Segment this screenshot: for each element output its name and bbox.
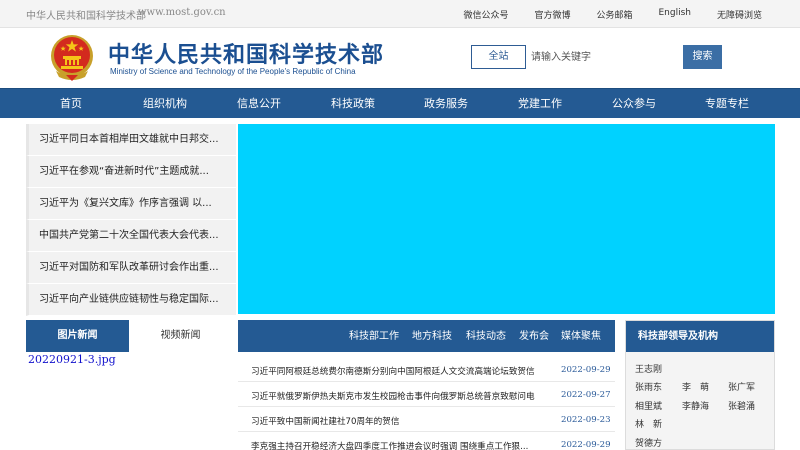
org-name: 中华人民共和国科学技术部: [26, 11, 146, 22]
headline-item[interactable]: 习近平在参观“奋进新时代”主题成就...: [26, 156, 236, 188]
news-tabs: 科技部工作 地方科技 科技动态 发布会 媒体聚焦: [238, 320, 615, 352]
nav-item-policy[interactable]: 科技政策: [331, 89, 375, 119]
search-scope-select[interactable]: 全站: [471, 45, 526, 69]
leader-name[interactable]: 张广军: [728, 380, 755, 393]
tab-video-news[interactable]: 视频新闻: [129, 320, 232, 352]
top-utility-bar: 中华人民共和国科学技术部 www.most.gov.cn 微信公众号 官方微博 …: [0, 0, 800, 28]
english-link[interactable]: English: [658, 8, 691, 21]
hero-banner[interactable]: [238, 124, 775, 314]
tab-local-tech[interactable]: 地方科技: [412, 320, 452, 352]
nav-item-organization[interactable]: 组织机构: [143, 89, 187, 119]
news-title[interactable]: 李克强主持召开稳经济大盘四季度工作推进会议时强调 围绕重点工作狠...: [251, 440, 528, 450]
site-title: 中华人民共和国科学技术部: [108, 43, 385, 68]
nav-item-services[interactable]: 政务服务: [424, 89, 468, 119]
nav-item-party-building[interactable]: 党建工作: [518, 89, 562, 119]
search-input[interactable]: [531, 45, 671, 69]
news-list: 习近平同阿根廷总统费尔南德斯分别向中国阿根廷人文交流高端论坛致贺信 2022-0…: [238, 355, 615, 450]
main-nav: 首页 组织机构 信息公开 科技政策 政务服务 党建工作 公众参与 专题专栏: [0, 88, 800, 118]
headline-item[interactable]: 习近平为《复兴文库》作序言强调 以...: [26, 188, 236, 220]
headline-item[interactable]: 习近平同日本首相岸田文雄就中日邦交...: [26, 124, 236, 156]
leader-name[interactable]: 贺德方: [635, 436, 662, 449]
news-row: 李克强主持召开稳经济大盘四季度工作推进会议时强调 围绕重点工作狠... 2022…: [238, 433, 615, 450]
news-title[interactable]: 习近平致中国新闻社建社70周年的贺信: [251, 415, 399, 427]
headline-item[interactable]: 习近平对国防和军队改革研讨会作出重...: [26, 252, 236, 284]
tab-photo-news[interactable]: 图片新闻: [26, 320, 129, 352]
site-url[interactable]: www.most.gov.cn: [138, 7, 226, 18]
headline-list: 习近平同日本首相岸田文雄就中日邦交... 习近平在参观“奋进新时代”主题成就..…: [26, 124, 236, 316]
site-header: 中华人民共和国科学技术部 Ministry of Science and Tec…: [0, 28, 800, 88]
leader-name[interactable]: 李静海: [682, 399, 709, 412]
leader-name[interactable]: 张雨东: [635, 380, 662, 393]
news-date: 2022-09-23: [561, 415, 611, 425]
leader-name[interactable]: 李 萌: [682, 380, 709, 393]
site-subtitle: Ministry of Science and Technology of th…: [110, 67, 356, 76]
search-button[interactable]: 搜索: [683, 45, 722, 69]
leader-name[interactable]: 林 新: [635, 417, 662, 430]
nav-item-special-topics[interactable]: 专题专栏: [705, 89, 749, 119]
news-row: 习近平就俄罗斯伊热夫斯克市发生校园枪击事件向俄罗斯总统普京致慰问电 2022-0…: [238, 383, 615, 407]
tab-media-focus[interactable]: 媒体聚焦: [561, 320, 601, 352]
leader-name[interactable]: 张碧涌: [728, 399, 755, 412]
leader-name[interactable]: 相里斌: [635, 399, 662, 412]
nav-item-info-disclosure[interactable]: 信息公开: [237, 89, 281, 119]
headline-item[interactable]: 中国共产党第二十次全国代表大会代表...: [26, 220, 236, 252]
accessibility-link[interactable]: 无障碍浏览: [717, 8, 762, 21]
broken-image-link[interactable]: 20220921-3.jpg: [28, 353, 116, 366]
news-row: 习近平同阿根廷总统费尔南德斯分别向中国阿根廷人文交流高端论坛致贺信 2022-0…: [238, 358, 615, 382]
leaders-panel: 科技部领导及机构 王志刚 张雨东 李 萌 张广军 相里斌 李静海 张碧涌 林 新…: [625, 320, 775, 450]
news-row: 习近平致中国新闻社建社70周年的贺信 2022-09-23: [238, 408, 615, 432]
news-title[interactable]: 习近平就俄罗斯伊热夫斯克市发生校园枪击事件向俄罗斯总统普京致慰问电: [251, 390, 535, 402]
news-title[interactable]: 习近平同阿根廷总统费尔南德斯分别向中国阿根廷人文交流高端论坛致贺信: [251, 365, 535, 377]
news-date: 2022-09-29: [561, 440, 611, 450]
national-emblem-icon[interactable]: [48, 31, 96, 83]
tab-press-conference[interactable]: 发布会: [519, 320, 549, 352]
headline-item[interactable]: 习近平向产业链供应链韧性与稳定国际...: [26, 284, 236, 316]
nav-item-public-participation[interactable]: 公众参与: [612, 89, 656, 119]
leaders-panel-title: 科技部领导及机构: [626, 321, 774, 352]
leader-name[interactable]: 王志刚: [635, 362, 662, 375]
media-tabs: 图片新闻 视频新闻: [26, 320, 232, 352]
wechat-link[interactable]: 微信公众号: [463, 8, 508, 21]
nav-item-home[interactable]: 首页: [60, 89, 82, 119]
email-link[interactable]: 公务邮箱: [596, 8, 632, 21]
weibo-link[interactable]: 官方微博: [534, 8, 570, 21]
utility-links: 微信公众号 官方微博 公务邮箱 English 无障碍浏览: [463, 8, 762, 21]
tab-most-work[interactable]: 科技部工作: [349, 320, 399, 352]
tab-tech-news[interactable]: 科技动态: [466, 320, 506, 352]
news-date: 2022-09-27: [561, 390, 611, 400]
news-date: 2022-09-29: [561, 365, 611, 375]
